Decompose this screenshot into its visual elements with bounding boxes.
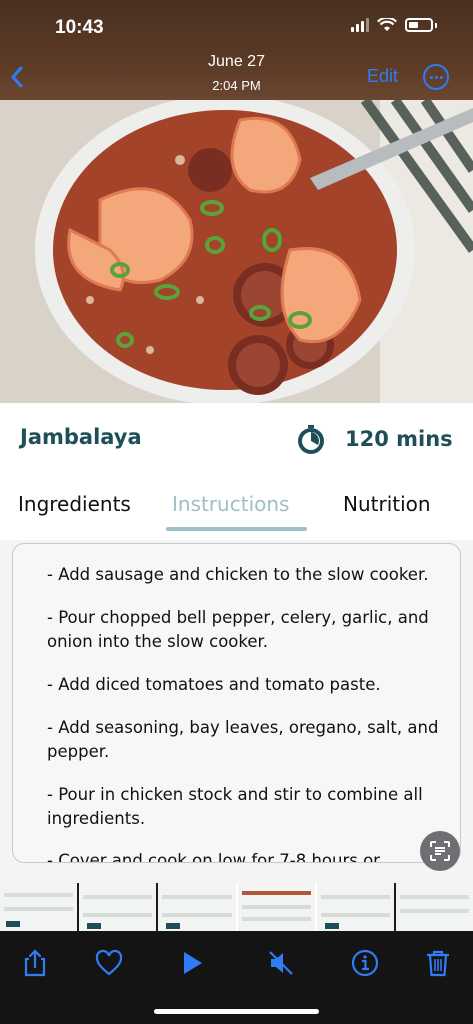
thumb-button <box>324 923 339 929</box>
status-time: 10:43 <box>55 17 104 38</box>
photo-thumbnail-strip[interactable] <box>0 883 473 931</box>
timer-icon <box>298 425 324 454</box>
thumb-line <box>4 907 74 911</box>
active-tab-indicator <box>166 527 307 531</box>
recipe-photo <box>0 100 473 403</box>
thumb-line <box>162 895 232 899</box>
ellipsis-dot <box>439 75 443 79</box>
wifi-icon <box>377 18 397 31</box>
thumb-button <box>87 923 102 929</box>
thumbnail[interactable] <box>158 883 236 931</box>
thumb-button <box>166 923 181 929</box>
more-button[interactable] <box>423 64 449 90</box>
thumb-line <box>4 893 74 897</box>
tab-ingredients[interactable]: Ingredients <box>18 492 131 516</box>
play-icon[interactable] <box>178 948 208 978</box>
recipe-time: 120 mins <box>345 427 453 451</box>
thumb-line <box>162 913 232 917</box>
thumb-line <box>320 913 390 917</box>
instruction-step: - Add seasoning, bay leaves, oregano, sa… <box>47 718 439 761</box>
instruction-step: - Pour chopped bell pepper, celery, garl… <box>47 608 429 651</box>
thumb-line <box>83 895 153 899</box>
ellipsis-circle-icon <box>429 75 433 79</box>
live-text-button[interactable] <box>420 831 460 871</box>
ellipsis-dot <box>434 75 438 79</box>
edit-button[interactable]: Edit <box>367 66 398 87</box>
thumbnail[interactable] <box>316 883 394 931</box>
battery-icon <box>405 18 433 32</box>
heart-icon[interactable] <box>94 948 124 978</box>
thumb-line <box>241 891 311 895</box>
tab-instructions[interactable]: Instructions <box>172 492 289 516</box>
live-text-icon <box>430 841 450 861</box>
thumb-line <box>399 909 470 913</box>
photo-time: 2:04 PM <box>212 78 261 93</box>
thumb-line <box>241 905 311 909</box>
photos-top-bar: 10:43 June 27 2:04 PM Edit <box>0 0 473 100</box>
trash-icon[interactable] <box>423 948 453 978</box>
recipe-content: Jambalaya 120 mins Ingredients Instructi… <box>0 403 473 883</box>
thumb-line <box>241 917 311 921</box>
speaker-mute-icon[interactable] <box>266 948 296 978</box>
instruction-step: - Add sausage and chicken to the slow co… <box>47 565 429 584</box>
signal-icon <box>351 18 369 32</box>
info-icon[interactable] <box>350 948 380 978</box>
tab-nutrition[interactable]: Nutrition <box>343 492 431 516</box>
home-indicator[interactable] <box>154 1009 319 1014</box>
photo-date: June 27 <box>208 53 265 70</box>
instructions-card[interactable]: - Add sausage and chicken to the slow co… <box>12 543 461 863</box>
thumb-button <box>6 921 20 927</box>
thumb-line <box>399 895 470 899</box>
recipe-title: Jambalaya <box>20 425 142 449</box>
recipe-tabs: Ingredients Instructions Nutrition <box>0 470 473 540</box>
thumb-line <box>320 895 390 899</box>
share-icon[interactable] <box>20 948 50 978</box>
jambalaya-bowl-image <box>0 100 473 403</box>
thumb-line <box>83 913 153 917</box>
thumbnail[interactable] <box>395 883 473 931</box>
instruction-step: - Pour in chicken stock and stir to comb… <box>47 785 423 828</box>
instruction-step: - Add diced tomatoes and tomato paste. <box>47 675 381 694</box>
recipe-header: Jambalaya 120 mins <box>0 403 473 470</box>
thumbnail-current[interactable] <box>235 883 317 931</box>
thumbnail[interactable] <box>79 883 157 931</box>
status-icons <box>351 18 437 32</box>
instruction-step: - Cover and cook on low for 7-8 hours or <box>47 851 380 863</box>
thumbnail[interactable] <box>0 883 78 931</box>
battery-tip <box>435 22 437 28</box>
